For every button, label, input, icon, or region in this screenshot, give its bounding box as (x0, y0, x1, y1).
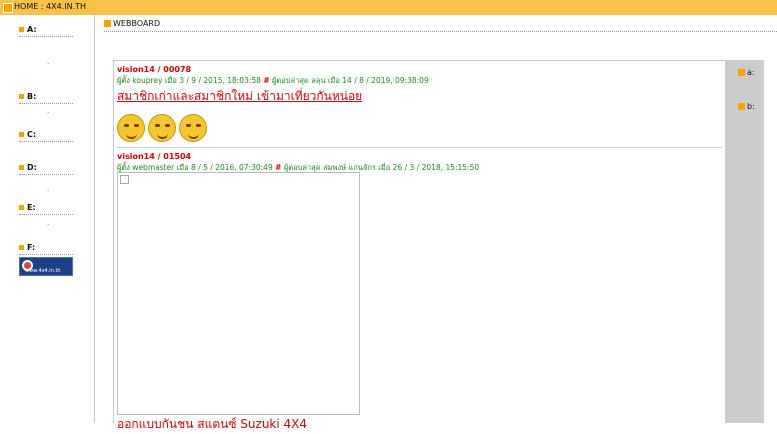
sidebar-category-f[interactable]: F: (19, 243, 73, 255)
sidebar-category-e[interactable]: E: (19, 203, 73, 215)
sidebar-category-a[interactable]: A: (19, 25, 73, 37)
sidebar-category-b[interactable]: B: (19, 92, 73, 104)
arrow-icon (738, 103, 745, 110)
divider (104, 31, 777, 32)
sidebar-category-c[interactable]: C: (19, 130, 73, 142)
right-label-a[interactable]: a: (738, 68, 755, 77)
bullet-icon (19, 205, 24, 210)
webboard-heading: WEBBOARD (104, 19, 160, 28)
emoji-icon (148, 114, 176, 142)
arrow-icon (738, 69, 745, 76)
arrow-icon (104, 20, 111, 27)
post-meta: ผู้ตั้ง kouprey เมื่อ 3 / 9 / 2015, 18:0… (117, 76, 429, 85)
sidebar-category-d[interactable]: D: (19, 163, 73, 175)
site-title[interactable]: HOME : 4X4.IN.TH (14, 2, 86, 11)
right-column (725, 60, 764, 423)
post-link-cutoff[interactable]: ออกแบบกันชน สแตนซ์ Suzuki 4X4 (117, 415, 307, 434)
top-bar: HOME : 4X4.IN.TH (0, 0, 777, 15)
bullet-icon (19, 245, 24, 250)
bullet-icon (19, 27, 24, 32)
right-label-b[interactable]: b: (738, 102, 755, 111)
banner-text: www.4x4.in.th (25, 268, 61, 274)
bullet-icon (19, 132, 24, 137)
emoji-icon (179, 114, 207, 142)
bullet-icon (19, 165, 24, 170)
home-icon (3, 3, 13, 13)
post-link[interactable]: สมาชิกเก่าและสมาชิกใหม่ เข้ามาเที่ยวกันห… (117, 87, 362, 106)
post-image[interactable] (117, 172, 360, 415)
bullet-icon (19, 94, 24, 99)
post-title[interactable]: vision14 / 00078 (117, 65, 191, 74)
emoji-icon (117, 114, 145, 142)
site-banner[interactable]: www.4x4.in.th (19, 257, 73, 276)
post-divider (117, 147, 722, 148)
post-title[interactable]: vision14 / 01504 (117, 152, 191, 161)
broken-image-icon (120, 175, 129, 184)
